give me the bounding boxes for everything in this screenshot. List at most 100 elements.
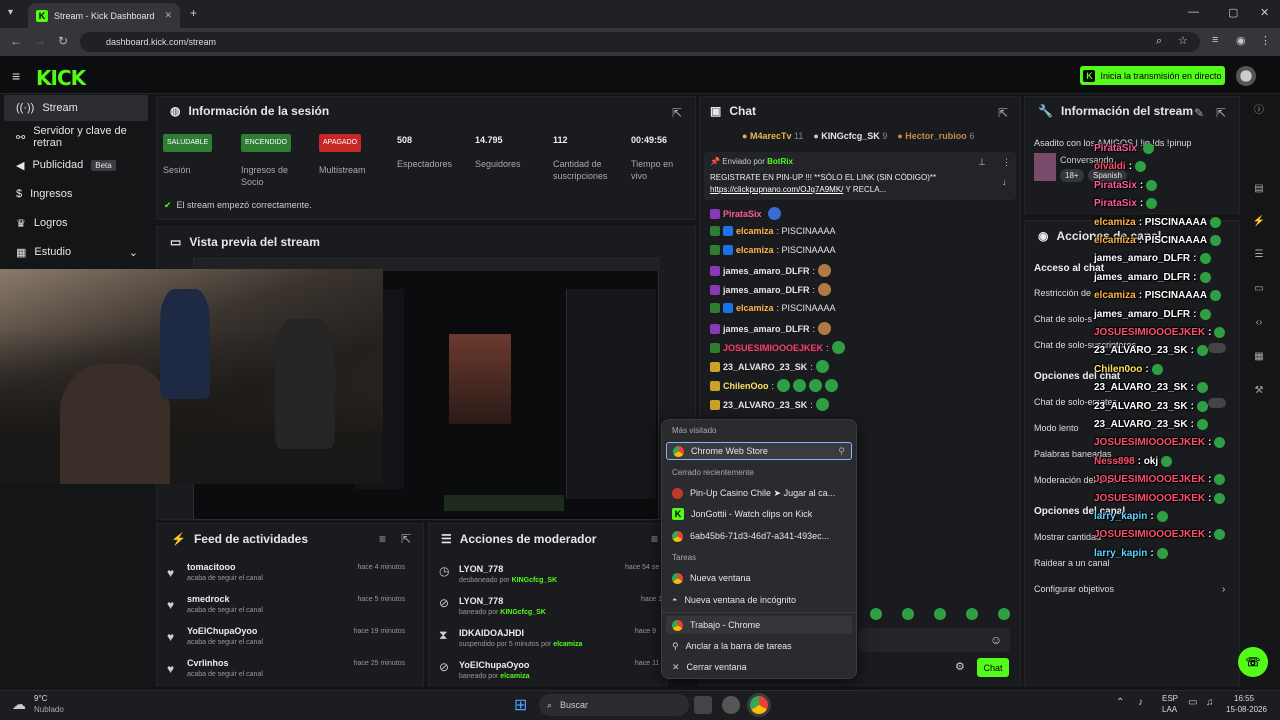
setting-row[interactable]: Mostrar cantidad <box>1034 532 1101 542</box>
collapse-icon[interactable]: ↓ <box>1002 177 1007 187</box>
hamburger-icon[interactable]: ≡ <box>12 68 20 84</box>
supporter[interactable]: ● KINGcfcg_SK 9 <box>813 131 887 141</box>
menu-item-recent[interactable]: K JonGottii - Watch clips on Kick <box>666 505 852 523</box>
network-icon[interactable]: ▭ <box>1188 697 1197 708</box>
task-view-icon[interactable] <box>694 696 712 714</box>
tab-close-icon[interactable]: ✕ <box>164 10 172 21</box>
sidebar-item-studio[interactable]: ▦ Estudio ⌄ <box>4 239 148 265</box>
sidebar-item-achievements[interactable]: ♛ Logros <box>4 210 148 236</box>
mic-icon[interactable]: ♪ <box>1138 697 1143 708</box>
pin-icon[interactable]: ⚲ <box>838 446 845 457</box>
menu-item-close-window[interactable]: ✕ Cerrar ventana <box>666 658 852 676</box>
mod-target[interactable]: IDKAIDOAJHDI <box>459 628 524 638</box>
clock-time[interactable]: 16:55 <box>1234 694 1254 703</box>
profile-icon[interactable]: ◉ <box>1236 34 1246 47</box>
volume-icon[interactable]: ♫ <box>1206 697 1214 708</box>
chat-user[interactable]: 23_ALVARO_23_SK <box>723 400 807 410</box>
mod-target[interactable]: LYON_778 <box>459 564 503 574</box>
filter-icon[interactable]: ≡ <box>651 532 658 546</box>
menu-item-new-window[interactable]: Nueva ventana <box>666 569 852 587</box>
chat-user[interactable]: 23_ALVARO_23_SK <box>723 362 807 372</box>
emote-icon[interactable] <box>934 608 946 620</box>
bolt-icon[interactable]: ⚡ <box>1250 213 1268 231</box>
menu-item-pin-taskbar[interactable]: ⚲ Anclar a la barra de tareas <box>666 637 852 655</box>
mod-by[interactable]: elcamiza <box>553 641 582 648</box>
emote-icon[interactable] <box>966 608 978 620</box>
chat-input[interactable]: ☺ <box>858 628 1010 652</box>
menu-item-incognito[interactable]: ◓ Nueva ventana de incógnito <box>666 591 852 609</box>
feed-user[interactable]: Cvrlinhos <box>187 658 229 668</box>
chat-user[interactable]: james_amaro_DLFR <box>723 285 810 295</box>
url-bar[interactable]: dashboard.kick.com/stream <box>80 32 1200 52</box>
feed-user[interactable]: smedrock <box>187 594 230 604</box>
supporter[interactable]: ● Hector_rubioo 6 <box>897 131 974 141</box>
wrench-icon[interactable]: ⚒ <box>1250 382 1268 400</box>
supporter[interactable]: ● M4arecTv 11 <box>742 131 803 141</box>
chat-user[interactable]: james_amaro_DLFR <box>723 324 810 334</box>
taskbar-search[interactable]: ⌕ Buscar <box>539 694 689 716</box>
chat-user[interactable]: ChilenOoo <box>723 381 769 391</box>
emote-icon[interactable] <box>902 608 914 620</box>
emote-icon[interactable] <box>870 608 882 620</box>
toggle-switch[interactable] <box>1208 343 1226 353</box>
feed-user[interactable]: YoElChupaOyoo <box>187 626 257 636</box>
forward-icon[interactable]: → <box>34 34 46 48</box>
popout-icon[interactable]: ⇱ <box>998 106 1008 120</box>
windows-start-icon[interactable]: ⊞ <box>514 695 527 715</box>
setting-row[interactable]: Configurar objetivos <box>1034 584 1114 594</box>
menu-kebab-icon[interactable]: ⋮ <box>1260 34 1271 47</box>
new-tab-icon[interactable]: + <box>190 6 197 20</box>
pinned-link[interactable]: https://clickpupnano.com/OJq7A9MK/ <box>710 185 843 194</box>
menu-item-profile[interactable]: Trabajo - Chrome <box>666 616 852 634</box>
sidebar-item-ads[interactable]: ◀ Publicidad Beta <box>4 152 148 178</box>
chat-user[interactable]: elcamiza <box>736 303 774 313</box>
mod-by[interactable]: KINGcfcg_SK <box>500 609 546 616</box>
code-icon[interactable]: ‹› <box>1250 314 1268 332</box>
stack-icon[interactable]: ▦ <box>1250 348 1268 366</box>
info-icon[interactable]: ⓘ <box>1250 102 1268 120</box>
setting-row[interactable]: Raidear a un canal <box>1034 558 1110 568</box>
toggle-switch[interactable] <box>1208 398 1226 408</box>
setting-row[interactable]: Restricción de <box>1034 288 1091 298</box>
obs-icon[interactable] <box>722 696 740 714</box>
chat-user[interactable]: JOSUESIMIOOOEJKEK <box>723 343 823 353</box>
mod-by[interactable]: elcamiza <box>500 673 529 680</box>
emoji-icon[interactable]: ☺ <box>990 633 1002 647</box>
back-icon[interactable]: ← <box>10 34 22 48</box>
settings-gear-icon[interactable]: ⚙ <box>955 660 965 673</box>
edit-pencil-icon[interactable]: ✎ <box>1194 106 1204 120</box>
sidebar-item-income[interactable]: $ Ingresos <box>4 181 148 207</box>
chat-user[interactable]: james_amaro_DLFR <box>723 266 810 276</box>
filter-icon[interactable]: ≡ <box>379 532 386 546</box>
mod-by[interactable]: KINGcfcg_SK <box>512 577 558 584</box>
close-window-icon[interactable]: ✕ <box>1260 6 1269 19</box>
popout-icon[interactable]: ⇱ <box>672 106 682 120</box>
setting-row[interactable]: Chat de solo-s <box>1034 314 1092 324</box>
popout-icon[interactable]: ⇱ <box>1216 106 1226 120</box>
panel-icon[interactable]: ▤ <box>1250 180 1268 198</box>
popout-icon[interactable]: ⇱ <box>401 532 411 546</box>
weather-temp[interactable]: 9°C <box>34 694 47 703</box>
minimize-icon[interactable]: — <box>1188 6 1199 18</box>
bookmark-star-icon[interactable]: ☆ <box>1178 34 1188 47</box>
chat-user[interactable]: PirataSix <box>723 209 762 219</box>
kick-logo[interactable]: KICK <box>36 66 86 90</box>
language-indicator[interactable]: ESP <box>1162 694 1178 703</box>
media-icon[interactable]: ≡ <box>1212 34 1218 46</box>
pinned-by[interactable]: BotRix <box>767 157 793 166</box>
more-icon[interactable]: ⋮ <box>1002 157 1011 168</box>
mod-target[interactable]: LYON_778 <box>459 596 503 606</box>
browser-tab[interactable]: K Stream - Kick Dashboard ✕ <box>28 3 180 28</box>
emote-bar[interactable] <box>870 608 1030 623</box>
setting-row[interactable]: Modo lento <box>1034 423 1079 433</box>
unpin-icon[interactable]: ⊥ <box>978 157 986 168</box>
tray-arrow-icon[interactable]: ⌃ <box>1116 697 1124 708</box>
sidebar-item-server[interactable]: ⚯ Servidor y clave de retran <box>4 124 148 150</box>
menu-item-recent[interactable]: Pin-Up Casino Chile ➤ Jugar al ca... <box>666 484 852 502</box>
list-icon[interactable]: ☰ <box>1250 246 1268 264</box>
menu-item-web-store[interactable]: Chrome Web Store ⚲ <box>666 442 852 460</box>
emote-icon[interactable] <box>998 608 1010 620</box>
user-avatar[interactable] <box>1236 66 1256 86</box>
help-chat-icon[interactable]: ☏ <box>1238 647 1268 677</box>
go-live-button[interactable]: K Inicia la transmisión en directo <box>1080 66 1225 85</box>
